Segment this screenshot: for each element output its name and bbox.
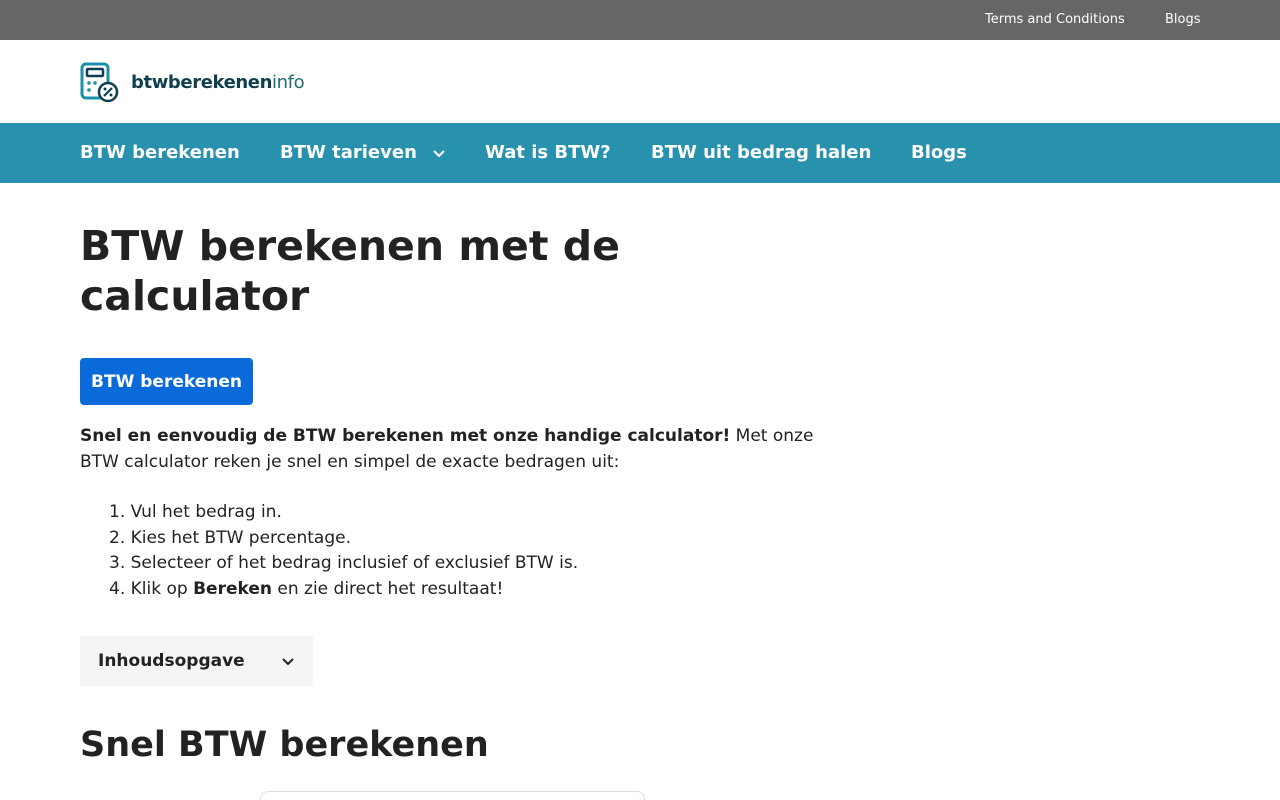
intro-bold-text: Snel en eenvoudig de BTW berekenen met o…: [80, 426, 731, 446]
step-text: en zie direct het resultaat!: [271, 578, 504, 599]
nav-item-label: BTW berekenen: [80, 142, 240, 163]
step-text: Kies het BTW percentage.: [130, 527, 351, 548]
terms-link[interactable]: Terms and Conditions: [985, 12, 1125, 27]
nav-item-btw-uit-bedrag-halen[interactable]: BTW uit bedrag halen: [651, 142, 871, 163]
section-title: Snel BTW berekenen: [80, 725, 489, 765]
top-blogs-link[interactable]: Blogs: [1165, 12, 1201, 27]
step-text: Vul het bedrag in.: [130, 502, 282, 522]
steps-list: 1. Vul het bedrag in. 2. Kies het BTW pe…: [109, 500, 578, 602]
site-logo[interactable]: btwberekeneninfo: [80, 62, 305, 102]
nav-item-btw-berekenen[interactable]: BTW berekenen: [80, 142, 240, 163]
intro-paragraph: Snel en eenvoudig de BTW berekenen met o…: [80, 423, 840, 475]
nav-item-label: Wat is BTW?: [485, 142, 611, 163]
nav-item-blogs[interactable]: Blogs: [911, 142, 967, 163]
logo-brand-bold: btwberekenen: [131, 71, 273, 93]
page-title: BTW berekenen met de calculator: [80, 222, 620, 320]
chevron-down-icon: [282, 658, 294, 666]
btw-berekenen-button[interactable]: BTW berekenen: [80, 358, 253, 405]
nav-item-label: BTW uit bedrag halen: [651, 142, 872, 163]
logo-brand-light: info: [272, 71, 305, 93]
step-number: 4.: [109, 578, 126, 599]
step-number: 1.: [109, 502, 126, 522]
list-item: 2. Kies het BTW percentage.: [109, 526, 578, 552]
chevron-down-icon: [433, 149, 445, 157]
nav-item-label: BTW tarieven: [280, 142, 417, 163]
table-of-contents-toggle[interactable]: Inhoudsopgave: [80, 636, 313, 686]
step-bold-text: Bereken: [193, 578, 272, 599]
top-utility-bar: Terms and Conditions Blogs: [0, 0, 1280, 40]
step-text: Selecteer of het bedrag inclusief of exc…: [130, 553, 579, 573]
nav-item-label: Blogs: [911, 142, 967, 163]
calculator-percent-icon: [80, 62, 119, 102]
step-text: Klik op: [130, 578, 194, 599]
calculator-card: [260, 791, 645, 800]
list-item: 1. Vul het bedrag in.: [109, 500, 578, 526]
list-item: 4. Klik op Bereken en zie direct het res…: [109, 577, 578, 603]
list-item: 3. Selecteer of het bedrag inclusief of …: [109, 551, 578, 577]
toc-label: Inhoudsopgave: [98, 651, 245, 671]
nav-item-wat-is-btw[interactable]: Wat is BTW?: [485, 142, 611, 163]
site-header: btwberekeneninfo: [0, 40, 1280, 123]
step-number: 2.: [109, 527, 126, 548]
main-navigation: BTW berekenen BTW tarieven Wat is BTW? B…: [0, 123, 1280, 183]
nav-item-btw-tarieven[interactable]: BTW tarieven: [280, 142, 447, 163]
step-number: 3.: [109, 553, 126, 573]
logo-wordmark: btwberekeneninfo: [131, 71, 305, 93]
